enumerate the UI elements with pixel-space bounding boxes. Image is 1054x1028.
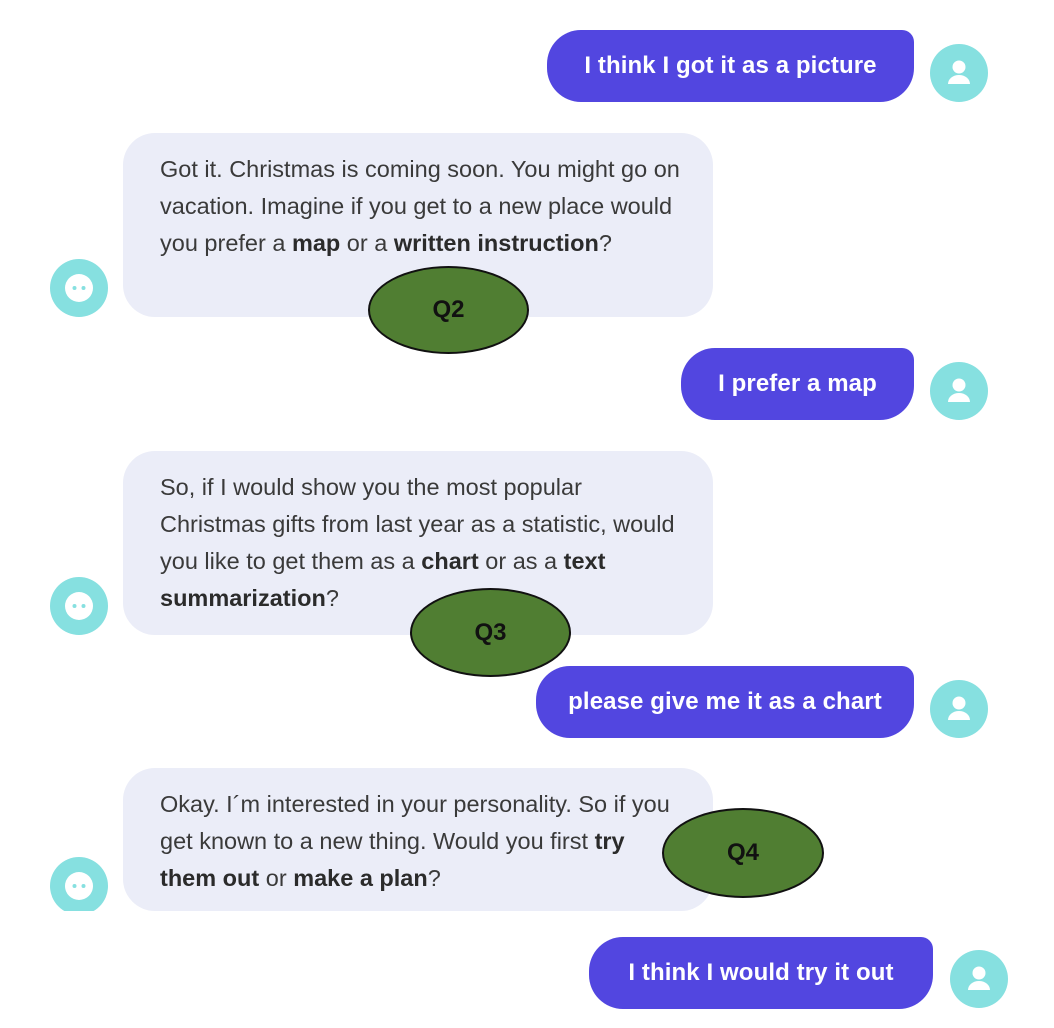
bot-message-text: or as a (478, 548, 564, 574)
question-badge-label: Q4 (726, 839, 759, 866)
user-icon (968, 966, 990, 990)
bot-message-text: ? (325, 585, 339, 611)
question-badge: Q3 (410, 588, 571, 677)
bot-message-highlight: map (291, 230, 341, 256)
user-avatar (950, 950, 1008, 1008)
bot-message-text: or a (340, 230, 394, 256)
user-message-text: I think I got it as a picture (584, 52, 877, 79)
bot-avatar (50, 259, 108, 317)
user-message-text: I prefer a map (718, 370, 877, 397)
bot-message-text: or (259, 865, 294, 891)
bot-icon (65, 274, 93, 302)
bot-message-bubble: So, if I would show you the most popular… (123, 451, 713, 635)
user-icon (948, 60, 970, 84)
bot-icon (65, 872, 93, 900)
user-icon (948, 378, 970, 402)
question-badge-label: Q2 (432, 296, 465, 323)
bot-icon (65, 592, 93, 620)
bot-message-highlight: chart (421, 548, 479, 574)
question-badge-label: Q3 (474, 619, 507, 646)
bot-message-text: Okay. I´m interested in your personality… (160, 791, 670, 854)
bot-message-highlight: make a plan (293, 865, 428, 891)
bot-message-text: ? (427, 865, 441, 891)
user-avatar (930, 44, 988, 102)
crop-strip (0, 911, 560, 935)
user-message-text: I think I would try it out (628, 959, 894, 986)
question-badge: Q4 (662, 808, 824, 898)
bot-avatar (50, 577, 108, 635)
chat-transcript: I think I got it as a picture Got it. Ch… (0, 0, 1054, 1028)
user-message-bubble: I think I would try it out (589, 937, 933, 1009)
question-badge: Q2 (368, 266, 529, 354)
user-message-bubble: I prefer a map (681, 348, 914, 420)
bot-message-bubble: Okay. I´m interested in your personality… (123, 768, 713, 911)
user-avatar (930, 680, 988, 738)
bot-message-text: ? (598, 230, 612, 256)
user-avatar (930, 362, 988, 420)
user-message-text: please give me it as a chart (568, 688, 882, 715)
user-message-bubble: I think I got it as a picture (547, 30, 914, 102)
bot-message-highlight: written instruction (393, 230, 599, 256)
user-message-bubble: please give me it as a chart (536, 666, 914, 738)
user-icon (948, 696, 970, 720)
bot-avatar (50, 857, 108, 915)
